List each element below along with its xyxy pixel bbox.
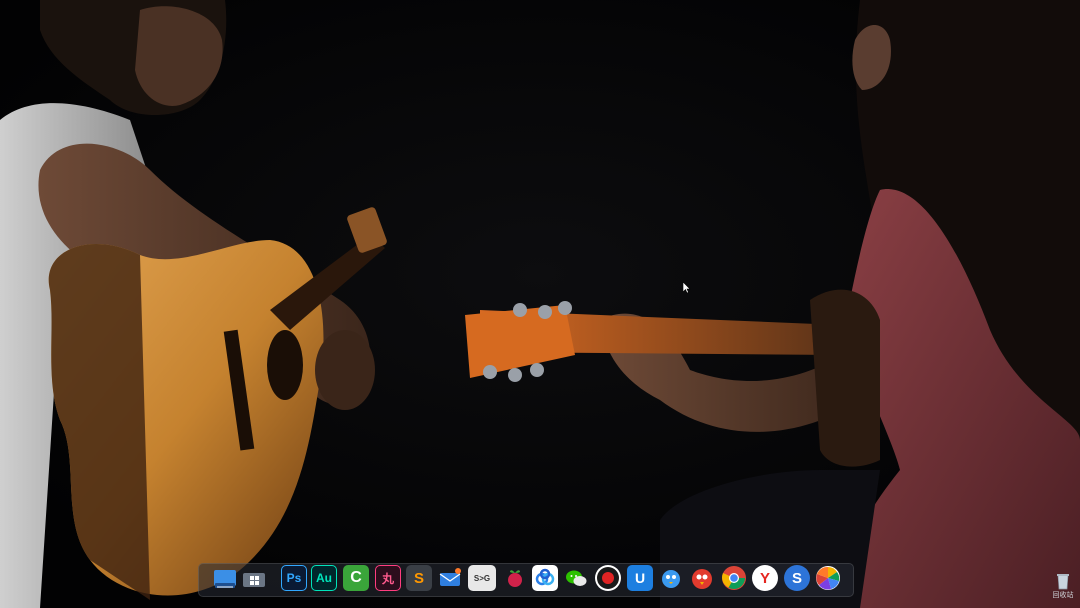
baidu-netdisk-icon[interactable] [532, 565, 558, 591]
chrome-icon[interactable] [721, 565, 747, 591]
recycle-bin-icon[interactable]: 回收站 [1052, 572, 1074, 600]
finder-icon[interactable] [212, 565, 238, 591]
photoshop-icon-label: Ps [286, 571, 302, 585]
s2g-icon[interactable]: S>G [468, 565, 496, 591]
audition-icon-label: Au [316, 571, 332, 585]
sogou-icon-label: S [791, 569, 802, 587]
start-windows-icon[interactable] [241, 565, 267, 591]
audition-icon[interactable]: Au [311, 565, 337, 591]
yandex-browser-icon-label: Y [759, 569, 770, 587]
yandex-browser-icon[interactable]: Y [752, 565, 778, 591]
camtasia-icon[interactable]: C [343, 565, 369, 591]
wps-icon[interactable]: 丸 [375, 565, 401, 591]
angry-bird-icon[interactable] [689, 565, 715, 591]
photoshop-icon[interactable]: Ps [281, 565, 307, 591]
sublime-text-icon-label: S [413, 569, 424, 587]
mail-icon[interactable] [437, 565, 463, 591]
sogou-icon[interactable]: S [784, 565, 810, 591]
mouse-cursor-icon [683, 282, 691, 294]
sublime-text-icon[interactable]: S [406, 565, 432, 591]
s2g-icon-label: S>G [473, 573, 491, 583]
bird-icon[interactable] [658, 565, 684, 591]
wps-icon-label: 丸 [381, 571, 394, 586]
wechat-icon[interactable] [563, 565, 589, 591]
photos-pinwheel-icon[interactable] [815, 565, 841, 591]
camtasia-icon-label: C [350, 569, 362, 586]
u-shield-icon[interactable]: U [627, 565, 653, 591]
recycle-bin-label: 回收站 [1052, 591, 1074, 599]
record-icon[interactable] [595, 565, 621, 591]
raspberry-icon[interactable] [502, 565, 528, 591]
u-shield-icon-label: U [634, 570, 646, 586]
wallpaper-image [0, 0, 1080, 608]
